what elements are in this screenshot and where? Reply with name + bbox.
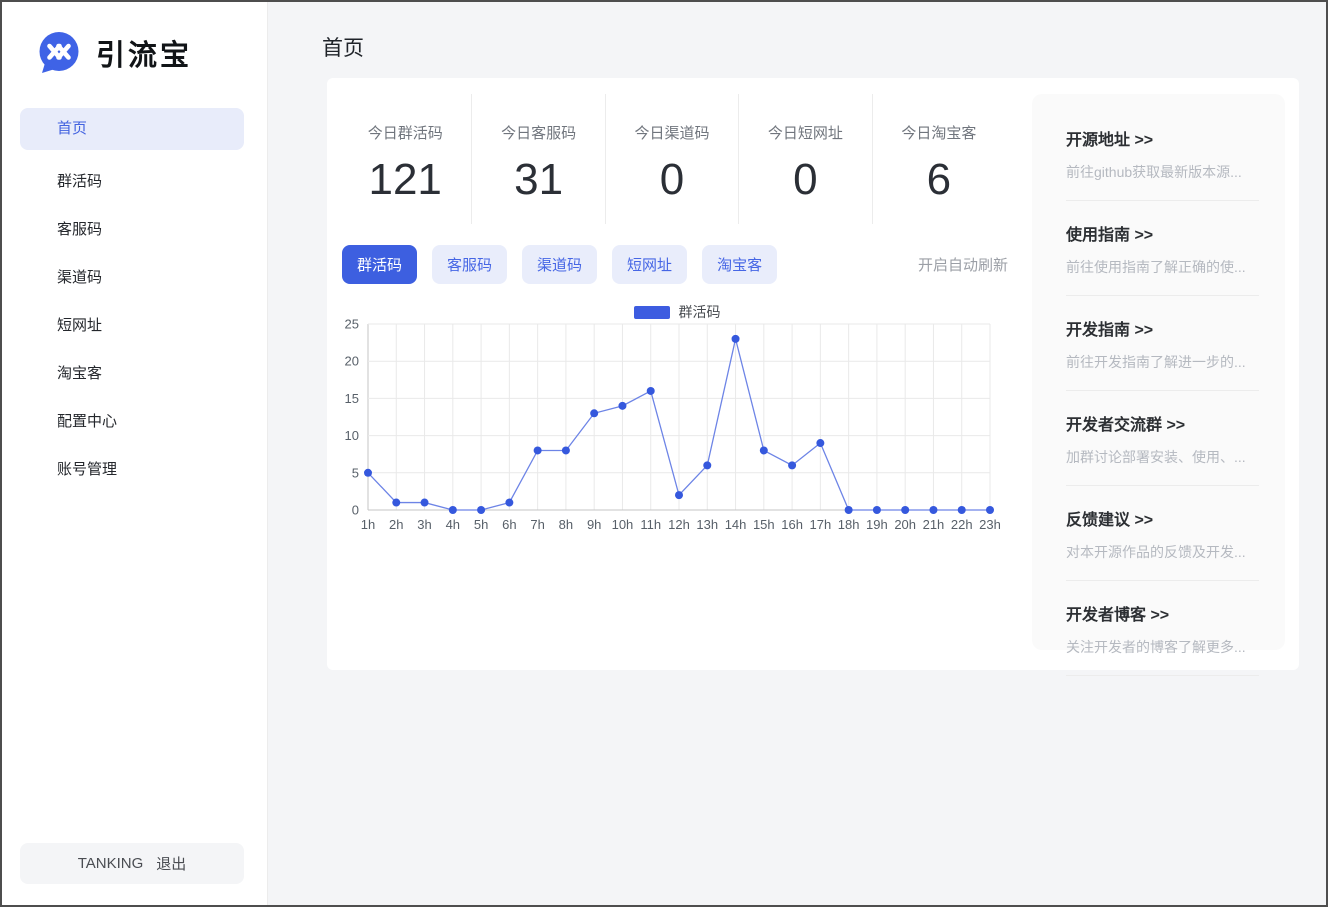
line-chart-svg: 1h 2h 3h 4h 5h 6h 7h 8h 9h 10h 11h 12h 13h 14h 15h 16h 1…	[342, 318, 1012, 543]
app-title: 引流宝	[96, 32, 192, 74]
svg-text:5: 5	[352, 465, 359, 480]
tab-group-code[interactable]: 群活码	[342, 245, 417, 284]
sidebar-item-channel-code[interactable]: 渠道码	[20, 254, 244, 302]
links-panel: 开源地址 >> 前往github获取最新版本源... 使用指南 >> 前往使用指…	[1032, 94, 1285, 650]
sidebar-item-account[interactable]: 账号管理	[20, 446, 244, 494]
link-desc: 对本开源作品的反馈及开发...	[1066, 542, 1259, 562]
svg-text:15h: 15h	[753, 517, 775, 532]
link-dev-group[interactable]: 开发者交流群 >> 加群讨论部署安装、使用、...	[1066, 391, 1259, 486]
svg-text:15: 15	[345, 391, 359, 406]
svg-text:3h: 3h	[417, 517, 431, 532]
main-content: 首页 今日群活码 121 今日客服码 31 今日渠道码 0 今日短网址	[268, 2, 1326, 905]
link-feedback[interactable]: 反馈建议 >> 对本开源作品的反馈及开发...	[1066, 486, 1259, 581]
svg-text:8h: 8h	[559, 517, 573, 532]
sidebar-item-group-code[interactable]: 群活码	[20, 158, 244, 206]
link-desc: 前往使用指南了解正确的使...	[1066, 257, 1259, 277]
svg-text:5h: 5h	[474, 517, 488, 532]
tab-taoke[interactable]: 淘宝客	[702, 245, 777, 284]
link-open-source[interactable]: 开源地址 >> 前往github获取最新版本源...	[1066, 106, 1259, 201]
tab-channel-code[interactable]: 渠道码	[522, 245, 597, 284]
link-dev-blog[interactable]: 开发者博客 >> 关注开发者的博客了解更多...	[1066, 581, 1259, 676]
sidebar-item-service-code[interactable]: 客服码	[20, 206, 244, 254]
svg-text:12h: 12h	[668, 517, 690, 532]
link-dev-guide[interactable]: 开发指南 >> 前往开发指南了解进一步的...	[1066, 296, 1259, 391]
stat-value: 6	[873, 155, 1005, 205]
page-title: 首页	[322, 32, 364, 62]
link-title: 使用指南 >>	[1066, 221, 1259, 245]
svg-text:19h: 19h	[866, 517, 888, 532]
svg-text:13h: 13h	[696, 517, 718, 532]
stat-short-url: 今日短网址 0	[739, 94, 872, 224]
svg-text:1h: 1h	[361, 517, 375, 532]
sidebar-item-config-center[interactable]: 配置中心	[20, 398, 244, 446]
svg-text:10h: 10h	[612, 517, 634, 532]
svg-text:4h: 4h	[446, 517, 460, 532]
sidebar: 引流宝 首页 群活码 客服码 渠道码 短网址 淘宝客 配置中心 账号管理 TAN…	[2, 2, 268, 905]
user-name: TANKING	[78, 855, 144, 872]
line-chart: 1h 2h 3h 4h 5h 6h 7h 8h 9h 10h 11h 12h 13h 14h 15h 16h 1…	[342, 318, 1012, 543]
link-desc: 前往开发指南了解进一步的...	[1066, 352, 1259, 372]
stat-label: 今日客服码	[472, 122, 604, 143]
svg-text:16h: 16h	[781, 517, 803, 532]
stat-label: 今日淘宝客	[873, 122, 1005, 143]
stat-value: 0	[606, 155, 738, 205]
svg-text:18h: 18h	[838, 517, 860, 532]
sidebar-item-short-url[interactable]: 短网址	[20, 302, 244, 350]
dashboard-card: 今日群活码 121 今日客服码 31 今日渠道码 0 今日短网址 0 今日淘宝客	[327, 78, 1299, 670]
legend-swatch	[634, 306, 670, 319]
stat-label: 今日群活码	[339, 122, 471, 143]
tab-short-url[interactable]: 短网址	[612, 245, 687, 284]
link-desc: 前往github获取最新版本源...	[1066, 162, 1259, 182]
stat-group-code: 今日群活码 121	[339, 94, 472, 224]
link-title: 开源地址 >>	[1066, 126, 1259, 150]
app-logo: 引流宝	[36, 30, 192, 76]
svg-text:20h: 20h	[894, 517, 916, 532]
chat-bubble-xx-icon	[36, 30, 82, 76]
link-title: 开发指南 >>	[1066, 316, 1259, 340]
svg-text:9h: 9h	[587, 517, 601, 532]
logout-button[interactable]: 退出	[156, 853, 186, 874]
sidebar-menu: 首页 群活码 客服码 渠道码 短网址 淘宝客 配置中心 账号管理	[2, 108, 267, 494]
stat-service-code: 今日客服码 31	[472, 94, 605, 224]
link-usage-guide[interactable]: 使用指南 >> 前往使用指南了解正确的使...	[1066, 201, 1259, 296]
stat-label: 今日渠道码	[606, 122, 738, 143]
tab-service-code[interactable]: 客服码	[432, 245, 507, 284]
svg-text:22h: 22h	[951, 517, 973, 532]
svg-text:25: 25	[345, 318, 359, 332]
link-desc: 加群讨论部署安装、使用、...	[1066, 447, 1259, 467]
auto-refresh-toggle[interactable]: 开启自动刷新	[918, 254, 1008, 275]
stat-label: 今日短网址	[739, 122, 871, 143]
svg-text:20: 20	[345, 354, 359, 369]
link-title: 开发者交流群 >>	[1066, 411, 1259, 435]
chart-tabs: 群活码 客服码 渠道码 短网址 淘宝客 开启自动刷新	[342, 245, 1008, 284]
link-desc: 关注开发者的博客了解更多...	[1066, 637, 1259, 657]
user-badge: TANKING 退出	[20, 843, 244, 884]
svg-text:6h: 6h	[502, 517, 516, 532]
link-title: 反馈建议 >>	[1066, 506, 1259, 530]
svg-text:17h: 17h	[810, 517, 832, 532]
svg-text:0: 0	[352, 503, 359, 518]
stat-channel-code: 今日渠道码 0	[606, 94, 739, 224]
svg-text:23h: 23h	[979, 517, 1001, 532]
svg-text:11h: 11h	[640, 517, 661, 532]
stat-value: 121	[339, 155, 471, 205]
app-window: 引流宝 首页 群活码 客服码 渠道码 短网址 淘宝客 配置中心 账号管理 TAN…	[0, 0, 1328, 907]
stat-taoke: 今日淘宝客 6	[873, 94, 1005, 224]
svg-text:10: 10	[345, 428, 359, 443]
stats-row: 今日群活码 121 今日客服码 31 今日渠道码 0 今日短网址 0 今日淘宝客	[339, 94, 1005, 224]
stat-value: 31	[472, 155, 604, 205]
sidebar-item-taoke[interactable]: 淘宝客	[20, 350, 244, 398]
svg-text:21h: 21h	[923, 517, 945, 532]
sidebar-item-home[interactable]: 首页	[20, 108, 244, 150]
stat-value: 0	[739, 155, 871, 205]
link-title: 开发者博客 >>	[1066, 601, 1259, 625]
svg-text:14h: 14h	[725, 517, 747, 532]
svg-text:2h: 2h	[389, 517, 403, 532]
svg-text:7h: 7h	[530, 517, 544, 532]
